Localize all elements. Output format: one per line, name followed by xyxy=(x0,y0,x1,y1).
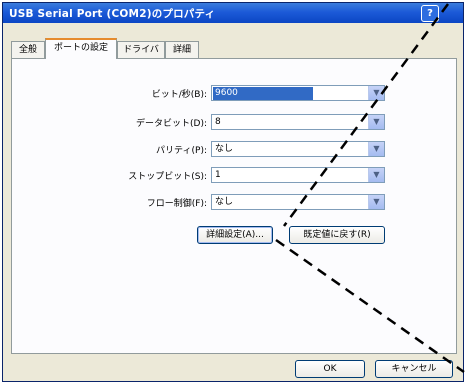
flow-control-value: なし xyxy=(215,197,234,207)
data-bits-label: データビット(D): xyxy=(136,119,207,129)
stop-bits-label: ストップビット(S): xyxy=(128,172,207,182)
cancel-button[interactable]: キャンセル xyxy=(375,360,453,378)
tab-details[interactable]: 詳細 xyxy=(165,41,199,58)
tab-general[interactable]: 全般 xyxy=(11,41,45,58)
restore-defaults-button[interactable]: 既定値に戻す(R) xyxy=(289,226,385,244)
flow-control-label: フロー制御(F): xyxy=(146,199,207,209)
parity-value: なし xyxy=(215,144,234,154)
chevron-down-icon[interactable]: ▼ xyxy=(368,86,384,100)
tab-driver[interactable]: ドライバ xyxy=(117,41,165,58)
help-button[interactable]: ? xyxy=(421,5,439,22)
parity-label: パリティ(P): xyxy=(156,146,207,156)
bits-per-second-value: 9600 xyxy=(213,87,313,100)
flow-control-select[interactable]: なし ▼ xyxy=(211,194,385,210)
stop-bits-select[interactable]: 1 ▼ xyxy=(211,167,385,183)
chevron-down-icon[interactable]: ▼ xyxy=(368,142,384,156)
tab-port-settings[interactable]: ポートの設定 xyxy=(45,38,117,59)
data-bits-select[interactable]: 8 ▼ xyxy=(211,114,385,130)
chevron-down-icon[interactable]: ▼ xyxy=(368,195,384,209)
stop-bits-value: 1 xyxy=(215,170,221,180)
parity-select[interactable]: なし ▼ xyxy=(211,141,385,157)
ok-button[interactable]: OK xyxy=(295,360,365,378)
data-bits-value: 8 xyxy=(215,117,221,127)
chevron-down-icon[interactable]: ▼ xyxy=(368,168,384,182)
chevron-down-icon[interactable]: ▼ xyxy=(368,115,384,129)
advanced-settings-button[interactable]: 詳細設定(A)... xyxy=(197,226,273,244)
bits-per-second-select[interactable]: 9600 ▼ xyxy=(211,85,385,101)
window-title: USB Serial Port (COM2)のプロパティ xyxy=(9,8,216,20)
properties-dialog: USB Serial Port (COM2)のプロパティ ? 全般 ポートの設定… xyxy=(2,2,464,382)
title-bar[interactable]: USB Serial Port (COM2)のプロパティ ? xyxy=(3,3,463,23)
bits-per-second-label: ビット/秒(B): xyxy=(151,90,207,100)
